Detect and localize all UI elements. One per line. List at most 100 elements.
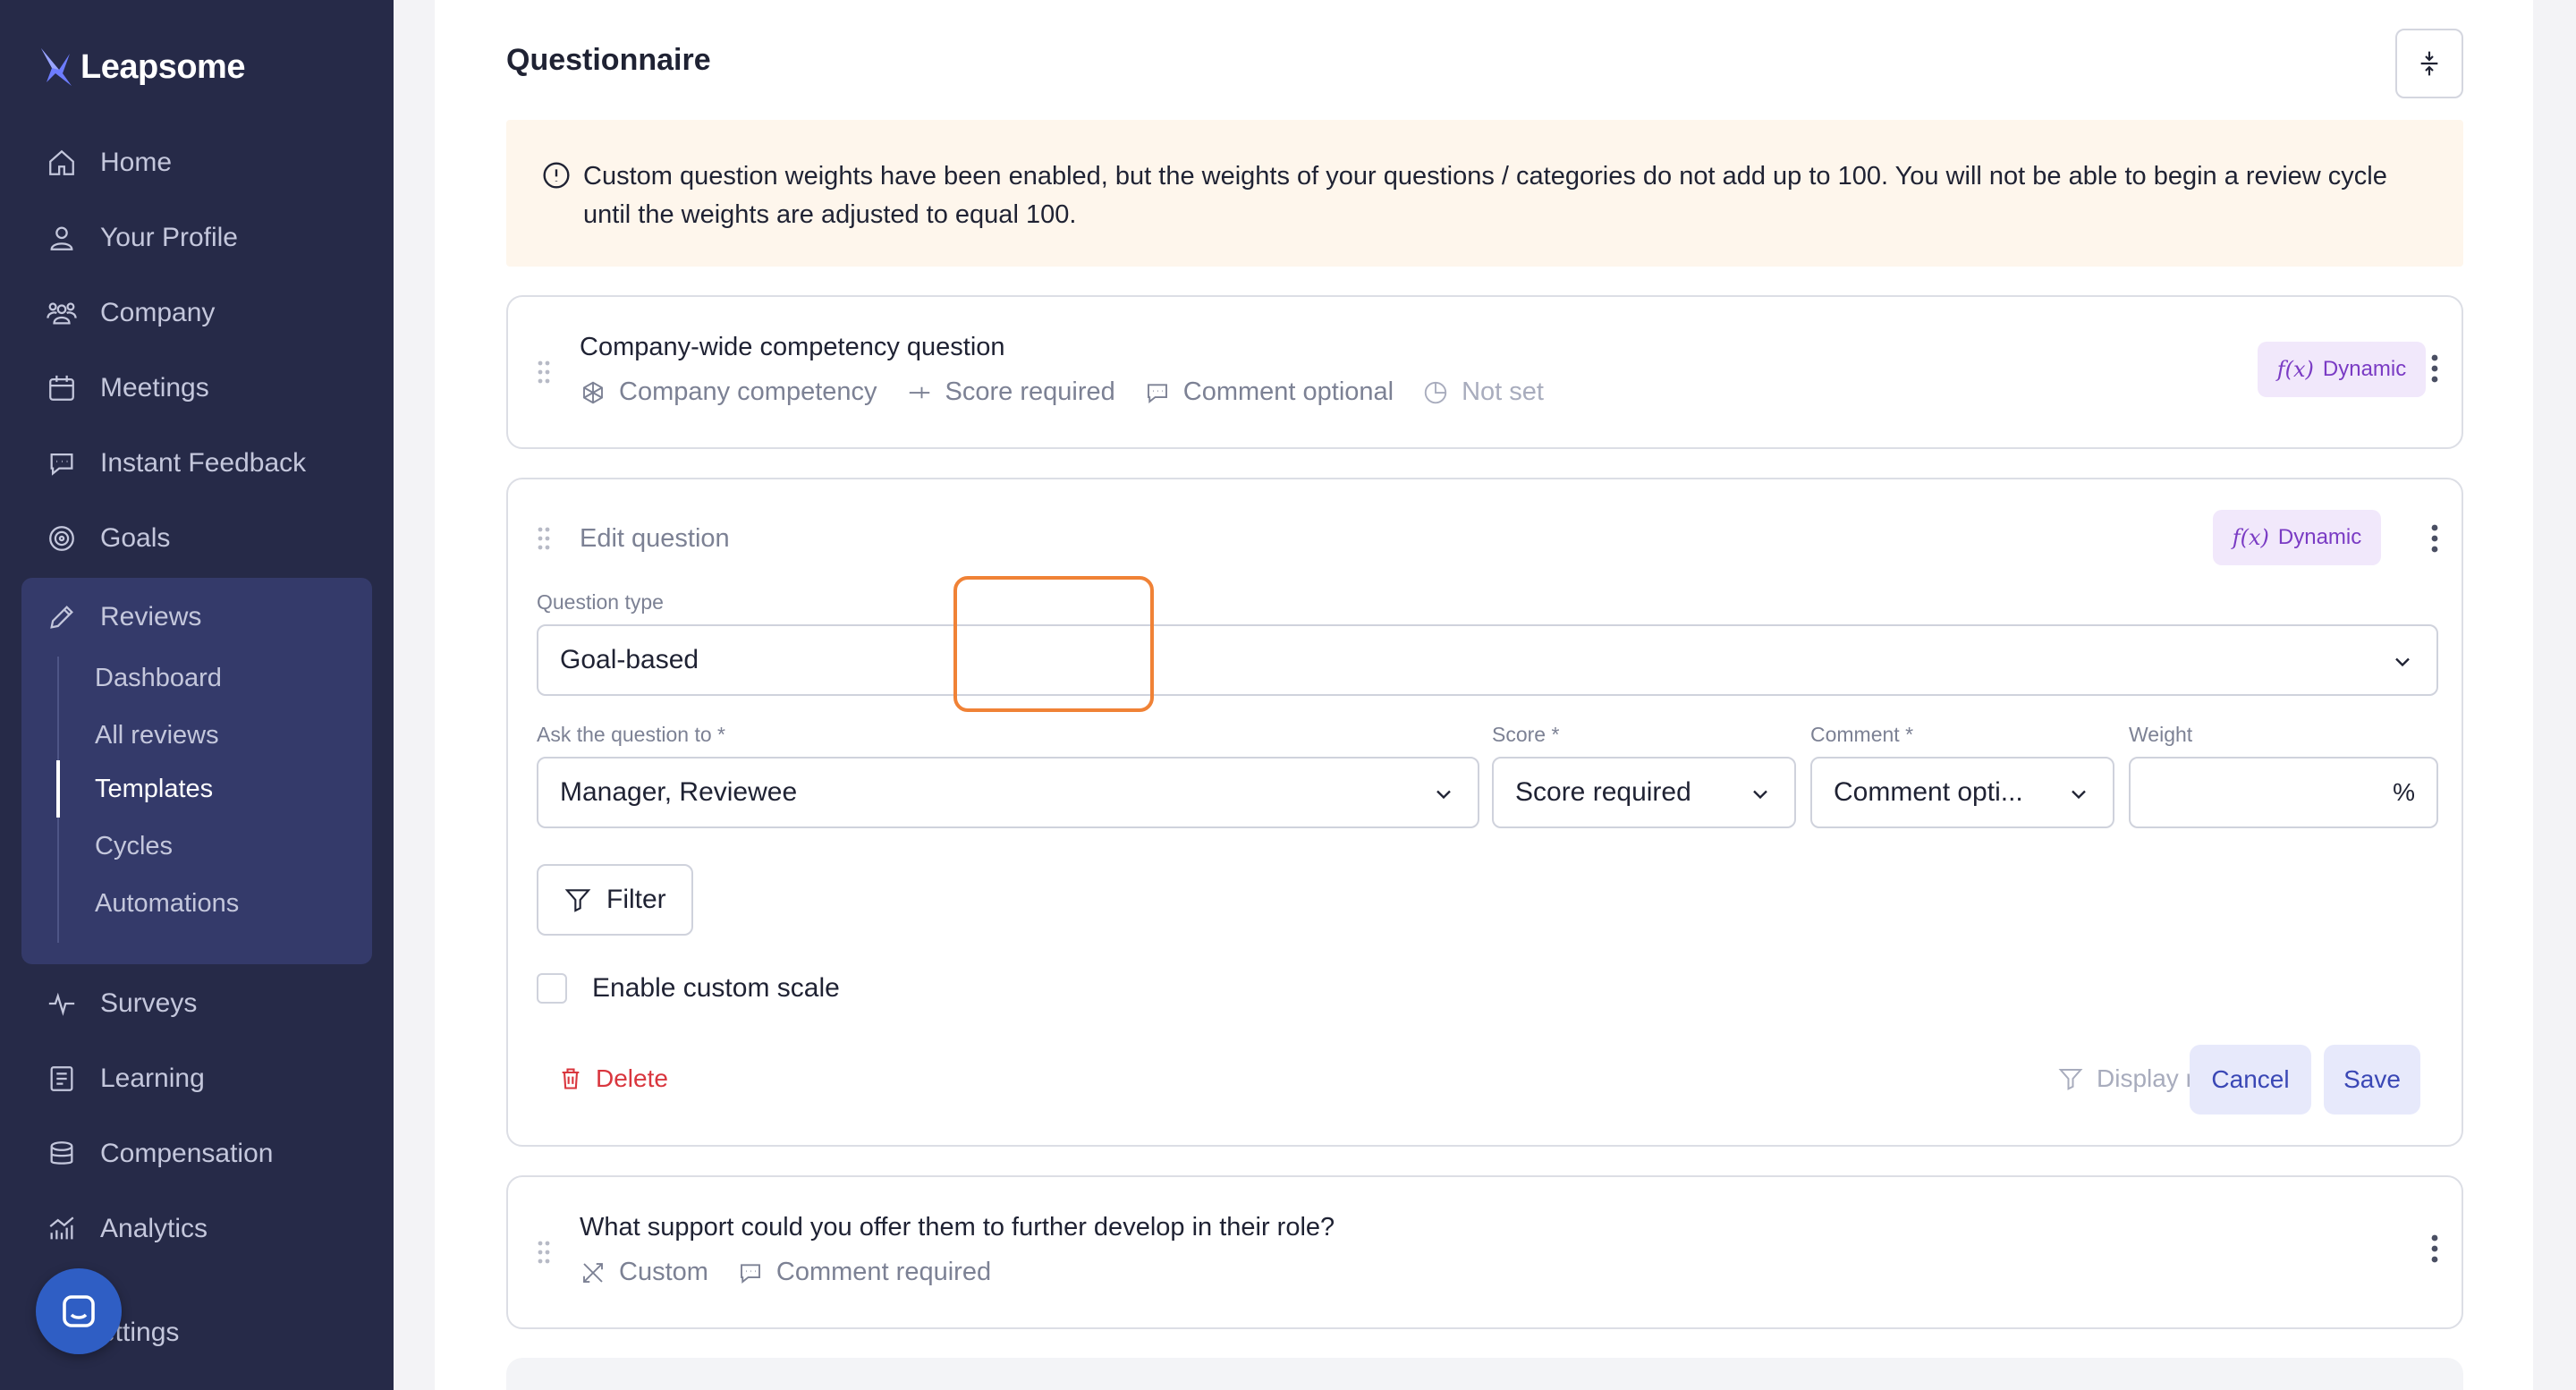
- sidebar-item-analytics[interactable]: Analytics: [21, 1198, 372, 1260]
- pulse-icon: [48, 992, 75, 1016]
- sidebar-item-label: Home: [100, 148, 173, 177]
- sidebar-item-label: Compensation: [100, 1139, 274, 1168]
- ask-to-select[interactable]: Manager, Reviewee: [537, 757, 1479, 828]
- more-options-icon[interactable]: [2426, 1233, 2444, 1265]
- support-chat-button[interactable]: [36, 1268, 122, 1354]
- filter-button[interactable]: Filter: [537, 864, 693, 936]
- comment-label: Comment *: [1810, 723, 1914, 746]
- collapse-all-button[interactable]: [2395, 29, 2463, 98]
- edit-question-card[interactable]: Edit question f(x) Dynamic Question type…: [506, 478, 2463, 1147]
- team-icon: [47, 302, 77, 325]
- drag-handle-icon[interactable]: [537, 360, 551, 385]
- calendar-icon: [49, 375, 74, 401]
- save-button[interactable]: Save: [2324, 1045, 2420, 1115]
- function-icon: f(x): [2276, 357, 2314, 382]
- coins-icon: [50, 1141, 73, 1165]
- sidebar-subitem-all-reviews[interactable]: All reviews: [95, 708, 219, 762]
- tools-icon: [583, 1262, 603, 1283]
- question-type-select[interactable]: Goal-based: [537, 624, 2438, 696]
- score-label: Score *: [1492, 723, 1560, 746]
- chevron-down-icon: [2072, 790, 2086, 800]
- question-meta: Custom Comment required: [580, 1258, 1020, 1287]
- function-icon: f(x): [2232, 525, 2269, 550]
- sidebar-item-company[interactable]: Company: [21, 282, 372, 344]
- chevron-down-icon: [1436, 790, 1451, 800]
- sidebar-item-surveys[interactable]: Surveys: [21, 972, 372, 1035]
- question-title: What support could you offer them to fur…: [580, 1213, 1335, 1242]
- target-icon: [49, 526, 74, 551]
- sidebar-item-goals[interactable]: Goals: [21, 507, 372, 570]
- sidebar-item-learning[interactable]: Learning: [21, 1047, 372, 1110]
- question-type-highlight: [953, 576, 1154, 712]
- meta-comment: Comment optional: [1144, 377, 1394, 407]
- custom-scale-checkbox[interactable]: [537, 973, 567, 1004]
- drag-handle-icon[interactable]: [537, 1240, 551, 1265]
- sidebar-item-instant-feedback[interactable]: Instant Feedback: [21, 432, 372, 495]
- sidebar-item-meetings[interactable]: Meetings: [21, 357, 372, 420]
- sidebar-subitem-automations[interactable]: Automations: [95, 877, 239, 930]
- chevron-down-icon: [2395, 657, 2410, 667]
- active-indicator: [56, 760, 60, 818]
- score-icon: [909, 386, 929, 398]
- ask-to-label: Ask the question to *: [537, 723, 725, 746]
- percent-unit: %: [2393, 778, 2415, 806]
- weight-input[interactable]: %: [2129, 757, 2438, 828]
- question-card[interactable]: Company-wide competency question Company…: [506, 295, 2463, 449]
- custom-scale-label: Enable custom scale: [592, 973, 840, 1003]
- dynamic-badge[interactable]: f(x) Dynamic: [2258, 342, 2426, 397]
- sidebar-item-label: Company: [100, 298, 216, 327]
- reviews-group: Reviews Dashboard All reviews Templates …: [21, 578, 372, 964]
- sidebar-item-home[interactable]: Home: [21, 131, 372, 194]
- weight-label: Weight: [2129, 723, 2193, 746]
- more-options-icon[interactable]: [2426, 522, 2444, 555]
- chevron-down-icon: [1753, 790, 1767, 800]
- new-question-card[interactable]: [506, 1358, 2463, 1390]
- competency-icon: [583, 381, 603, 403]
- filter-icon: [2058, 1069, 2083, 1090]
- question-card[interactable]: What support could you offer them to fur…: [506, 1175, 2463, 1329]
- meta-comment: Comment required: [737, 1258, 991, 1287]
- sidebar-subitem-cycles[interactable]: Cycles: [95, 819, 173, 873]
- home-icon: [49, 149, 74, 175]
- sidebar-item-label: Surveys: [100, 988, 198, 1018]
- drag-handle-icon[interactable]: [537, 526, 551, 551]
- question-type-label: Question type: [537, 590, 664, 614]
- meta-weight: Not set: [1422, 377, 1544, 407]
- dynamic-badge[interactable]: f(x) Dynamic: [2213, 510, 2381, 565]
- pie-chart-icon: [1424, 381, 1447, 403]
- sidebar-item-label: Meetings: [100, 373, 209, 403]
- sidebar-item-label: Instant Feedback: [100, 448, 307, 478]
- meta-type: Custom: [580, 1258, 708, 1287]
- main-content: Questionnaire Custom question weights ha…: [435, 0, 2533, 1390]
- brand-name: Leapsome: [80, 47, 245, 86]
- question-meta: Company competency Score required Commen…: [580, 377, 1572, 407]
- pencil-icon: [50, 606, 73, 629]
- logo[interactable]: Leapsome: [39, 45, 245, 89]
- chat-icon: [50, 453, 73, 476]
- user-icon: [50, 226, 73, 250]
- comment-select[interactable]: Comment opti...: [1810, 757, 2114, 828]
- edit-question-title: Edit question: [580, 524, 730, 553]
- comment-icon: [1147, 383, 1167, 403]
- score-select[interactable]: Score required: [1492, 757, 1796, 828]
- page-title: Questionnaire: [506, 43, 711, 77]
- meta-type: Company competency: [580, 377, 877, 407]
- warning-text: Custom question weights have been enable…: [583, 162, 2387, 229]
- weights-warning-banner: Custom question weights have been enable…: [506, 120, 2463, 267]
- sidebar-subitem-templates[interactable]: Templates: [95, 762, 213, 816]
- sidebar-item-your-profile[interactable]: Your Profile: [21, 207, 372, 269]
- sidebar-subitem-dashboard[interactable]: Dashboard: [95, 651, 222, 705]
- collapse-icon: [2420, 51, 2438, 76]
- sidebar-item-label: Your Profile: [100, 223, 238, 252]
- sidebar-item-reviews[interactable]: Reviews: [21, 589, 372, 646]
- delete-button[interactable]: Delete: [558, 1064, 668, 1093]
- sidebar-item-compensation[interactable]: Compensation: [21, 1123, 372, 1185]
- question-title: Company-wide competency question: [580, 333, 1005, 361]
- more-options-icon[interactable]: [2426, 352, 2444, 385]
- sidebar-item-label: Learning: [100, 1064, 205, 1093]
- cancel-button[interactable]: Cancel: [2190, 1045, 2311, 1115]
- sidebar-item-label: Analytics: [100, 1214, 208, 1243]
- comment-icon: [740, 1263, 760, 1284]
- book-icon: [50, 1066, 73, 1091]
- chat-widget-icon: [63, 1295, 95, 1327]
